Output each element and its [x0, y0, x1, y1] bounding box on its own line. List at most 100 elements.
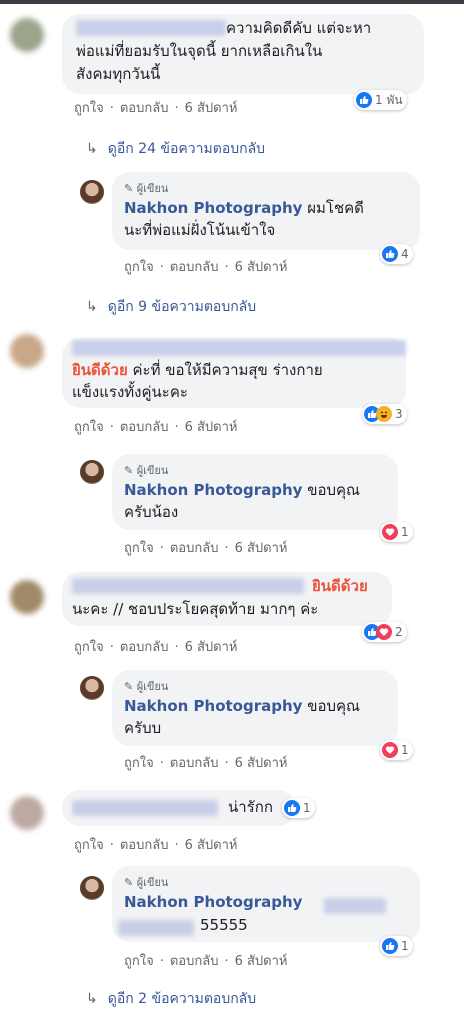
reaction-count-pill[interactable]: 1 [282, 798, 315, 818]
reply-actions: ถูกใจ · ตอบกลับ · 6 สัปดาห์ [124, 752, 288, 773]
like-link[interactable]: ถูกใจ [124, 950, 154, 971]
reaction-count-pill[interactable]: 1 [380, 936, 413, 956]
love-reaction-icon [376, 624, 392, 640]
view-more-replies-link[interactable]: ↳ ดูอีก 2 ข้อความตอบกลับ [86, 988, 256, 1010]
author-avatar[interactable] [80, 180, 104, 204]
separator-dot: · [159, 260, 164, 275]
reply-link[interactable]: ตอบกลับ [170, 752, 219, 773]
commenter-avatar[interactable] [10, 18, 44, 52]
separator-dot: · [174, 640, 179, 655]
comment-bubble: ยินดีด้วย นะคะ // ชอบประโยคสุดท้าย มากๆ … [62, 572, 392, 626]
reaction-count: 1 พัน [375, 92, 403, 107]
reply-text-suffix: ขอบคุณ [302, 697, 360, 715]
love-reaction-icon [382, 524, 398, 540]
author-avatar[interactable] [80, 676, 104, 700]
like-link[interactable]: ถูกใจ [74, 416, 104, 437]
reply-text: Nakhon Photography [124, 892, 302, 913]
timestamp-link[interactable]: 6 สัปดาห์ [185, 834, 238, 855]
reply-link[interactable]: ตอบกลับ [120, 416, 169, 437]
like-link[interactable]: ถูกใจ [74, 636, 104, 657]
commenter-name-blurred[interactable] [72, 578, 304, 594]
comment-text: แข็งแรงทั้งคู่นะคะ [72, 383, 188, 401]
timestamp-link[interactable]: 6 สัปดาห์ [185, 636, 238, 657]
comment-actions: ถูกใจ · ตอบกลับ · 6 สัปดาห์ [74, 834, 238, 855]
tagged-name-blurred[interactable] [118, 920, 194, 936]
reply-text: Nakhon Photography ขอบคุณ [124, 696, 360, 717]
reply-link[interactable]: ตอบกลับ [170, 537, 219, 558]
view-more-replies-label: ดูอีก 24 ข้อความตอบกลับ [107, 141, 266, 157]
commenter-name-blurred[interactable] [72, 340, 406, 356]
timestamp-link[interactable]: 6 สัปดาห์ [185, 97, 238, 118]
comment-text: พ่อแม่ที่ยอมรับในจุดนี้ ยากเหลือเกินใน [76, 42, 323, 60]
reaction-count: 1 [401, 525, 409, 539]
like-link[interactable]: ถูกใจ [74, 97, 104, 118]
separator-dot: · [224, 260, 229, 275]
commenter-name-blurred[interactable] [76, 20, 226, 36]
like-reaction-icon [382, 938, 398, 954]
like-link[interactable]: ถูกใจ [74, 834, 104, 855]
separator-dot: · [224, 954, 229, 969]
comment-text: สังคมทุกวันนี้ [76, 65, 161, 83]
author-badge: ✎ ผู้เขียน [124, 876, 169, 889]
separator-dot: · [159, 954, 164, 969]
reaction-count: 1 [401, 743, 409, 757]
commenter-avatar[interactable] [10, 796, 44, 830]
reply-actions: ถูกใจ · ตอบกลับ · 6 สัปดาห์ [124, 256, 288, 277]
author-badge-label: ผู้เขียน [136, 182, 169, 195]
commenter-avatar[interactable] [10, 334, 44, 368]
author-avatar[interactable] [80, 876, 104, 900]
reaction-count-pill[interactable]: 2 [362, 622, 407, 642]
separator-dot: · [224, 756, 229, 771]
reply-link[interactable]: ตอบกลับ [120, 636, 169, 657]
reaction-count-pill[interactable]: 1 พัน [354, 90, 407, 110]
reply-link[interactable]: ตอบกลับ [170, 256, 219, 277]
author-badge-label: ผู้เขียน [136, 464, 169, 477]
like-link[interactable]: ถูกใจ [124, 752, 154, 773]
reaction-count: 1 [303, 801, 311, 815]
reply-link[interactable]: ตอบกลับ [120, 97, 169, 118]
window-top-bar [0, 0, 464, 4]
separator-dot: · [109, 838, 114, 853]
commenter-name-blurred[interactable] [72, 800, 218, 816]
reply-text-suffix: ขอบคุณ [302, 481, 360, 499]
reply-link[interactable]: ตอบกลับ [170, 950, 219, 971]
view-more-replies-link[interactable]: ↳ ดูอีก 24 ข้อความตอบกลับ [86, 138, 265, 160]
reply-link[interactable]: ตอบกลับ [120, 834, 169, 855]
like-reaction-icon [284, 800, 300, 816]
timestamp-link[interactable]: 6 สัปดาห์ [185, 416, 238, 437]
view-more-replies-label: ดูอีก 9 ข้อความตอบกลับ [107, 299, 257, 315]
timestamp-link[interactable]: 6 สัปดาห์ [235, 256, 288, 277]
timestamp-link[interactable]: 6 สัปดาห์ [235, 752, 288, 773]
reply-arrow-icon: ↳ [86, 299, 98, 315]
congrats-text: ยินดีด้วย [312, 577, 368, 595]
separator-dot: · [109, 101, 114, 116]
reply-actions: ถูกใจ · ตอบกลับ · 6 สัปดาห์ [124, 537, 288, 558]
like-link[interactable]: ถูกใจ [124, 537, 154, 558]
view-more-replies-link[interactable]: ↳ ดูอีก 9 ข้อความตอบกลับ [86, 296, 256, 318]
reaction-count-pill[interactable]: 4 [380, 244, 413, 264]
author-name-link[interactable]: Nakhon Photography [124, 199, 302, 217]
commenter-avatar[interactable] [10, 580, 44, 614]
author-name-link[interactable]: Nakhon Photography [124, 893, 302, 911]
reply-bubble: ✎ ผู้เขียน Nakhon Photography 55555 [112, 866, 420, 942]
comment-text: น่ารักก [228, 798, 273, 816]
reaction-count-pill[interactable]: 1 [380, 522, 413, 542]
comment-text-suffix: ค่ะที่ ขอให้มีความสุข ร่างกาย [127, 361, 323, 379]
timestamp-link[interactable]: 6 สัปดาห์ [235, 950, 288, 971]
reaction-count-pill[interactable]: 1 [380, 740, 413, 760]
tagged-name-blurred[interactable] [324, 898, 386, 914]
separator-dot: · [109, 420, 114, 435]
reply-text: นะที่พ่อแม่ฝั่งโน้นเข้าใจ [124, 221, 276, 239]
author-badge-label: ผู้เขียน [136, 876, 169, 889]
comment-bubble: ยินดีด้วย ค่ะที่ ขอให้มีความสุข ร่างกาย … [62, 338, 406, 408]
comment-text: นะคะ // ชอบประโยคสุดท้าย มากๆ ค่ะ [72, 600, 319, 618]
comment-actions: ถูกใจ · ตอบกลับ · 6 สัปดาห์ [74, 636, 238, 657]
timestamp-link[interactable]: 6 สัปดาห์ [235, 537, 288, 558]
like-link[interactable]: ถูกใจ [124, 256, 154, 277]
author-avatar[interactable] [80, 460, 104, 484]
author-name-link[interactable]: Nakhon Photography [124, 481, 302, 499]
separator-dot: · [174, 101, 179, 116]
reply-bubble: ✎ ผู้เขียน Nakhon Photography ขอบคุณ ครั… [112, 454, 398, 530]
reaction-count-pill[interactable]: 3 [362, 404, 407, 424]
author-name-link[interactable]: Nakhon Photography [124, 697, 302, 715]
